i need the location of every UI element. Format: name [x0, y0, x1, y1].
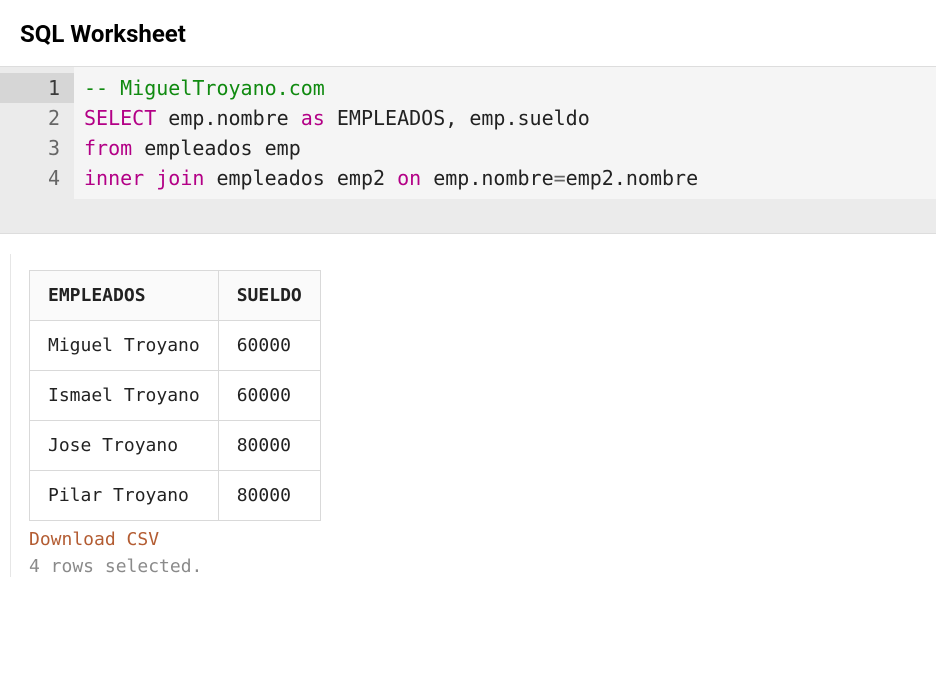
table-column-header: SUELDO: [218, 271, 320, 321]
page-title: SQL Worksheet: [0, 0, 936, 66]
code-token: =: [554, 166, 566, 190]
table-cell: 80000: [218, 471, 320, 521]
table-cell: Ismael Troyano: [30, 371, 219, 421]
code-token: inner join: [84, 166, 204, 190]
code-line[interactable]: from empleados emp: [84, 133, 926, 163]
code-line[interactable]: -- MiguelTroyano.com: [84, 73, 926, 103]
table-column-header: EMPLEADOS: [30, 271, 219, 321]
table-cell: 80000: [218, 421, 320, 471]
sql-editor[interactable]: 1234 -- MiguelTroyano.com SELECT emp.nomb…: [0, 66, 936, 234]
code-token: as: [301, 106, 325, 130]
editor-code-area[interactable]: -- MiguelTroyano.com SELECT emp.nombre as…: [74, 67, 936, 199]
table-cell: 60000: [218, 321, 320, 371]
code-token: on: [397, 166, 421, 190]
code-token: empleados emp2: [204, 166, 397, 190]
code-token: emp.nombre: [421, 166, 553, 190]
code-token: EMPLEADOS, emp.sueldo: [325, 106, 590, 130]
gutter-line-number: 2: [0, 103, 74, 133]
gutter-line-number: 3: [0, 133, 74, 163]
code-token: SELECT: [84, 106, 156, 130]
gutter-line-number: 4: [0, 163, 74, 193]
table-row: Jose Troyano80000: [30, 421, 321, 471]
download-csv-link[interactable]: Download CSV: [29, 529, 159, 550]
table-cell: Jose Troyano: [30, 421, 219, 471]
results-panel: EMPLEADOSSUELDO Miguel Troyano60000Ismae…: [10, 254, 936, 577]
table-cell: Miguel Troyano: [30, 321, 219, 371]
table-row: Miguel Troyano60000: [30, 321, 321, 371]
table-cell: Pilar Troyano: [30, 471, 219, 521]
table-row: Pilar Troyano80000: [30, 471, 321, 521]
table-cell: 60000: [218, 371, 320, 421]
code-token: empleados emp: [132, 136, 301, 160]
results-status: 4 rows selected.: [29, 556, 918, 577]
code-token: from: [84, 136, 132, 160]
code-token: -- MiguelTroyano.com: [84, 76, 325, 100]
table-row: Ismael Troyano60000: [30, 371, 321, 421]
editor-gutter: 1234: [0, 67, 74, 199]
code-token: emp.nombre: [156, 106, 301, 130]
code-token: emp2.nombre: [566, 166, 698, 190]
gutter-line-number: 1: [0, 73, 74, 103]
code-line[interactable]: inner join empleados emp2 on emp.nombre=…: [84, 163, 926, 193]
code-line[interactable]: SELECT emp.nombre as EMPLEADOS, emp.suel…: [84, 103, 926, 133]
results-table: EMPLEADOSSUELDO Miguel Troyano60000Ismae…: [29, 270, 321, 521]
